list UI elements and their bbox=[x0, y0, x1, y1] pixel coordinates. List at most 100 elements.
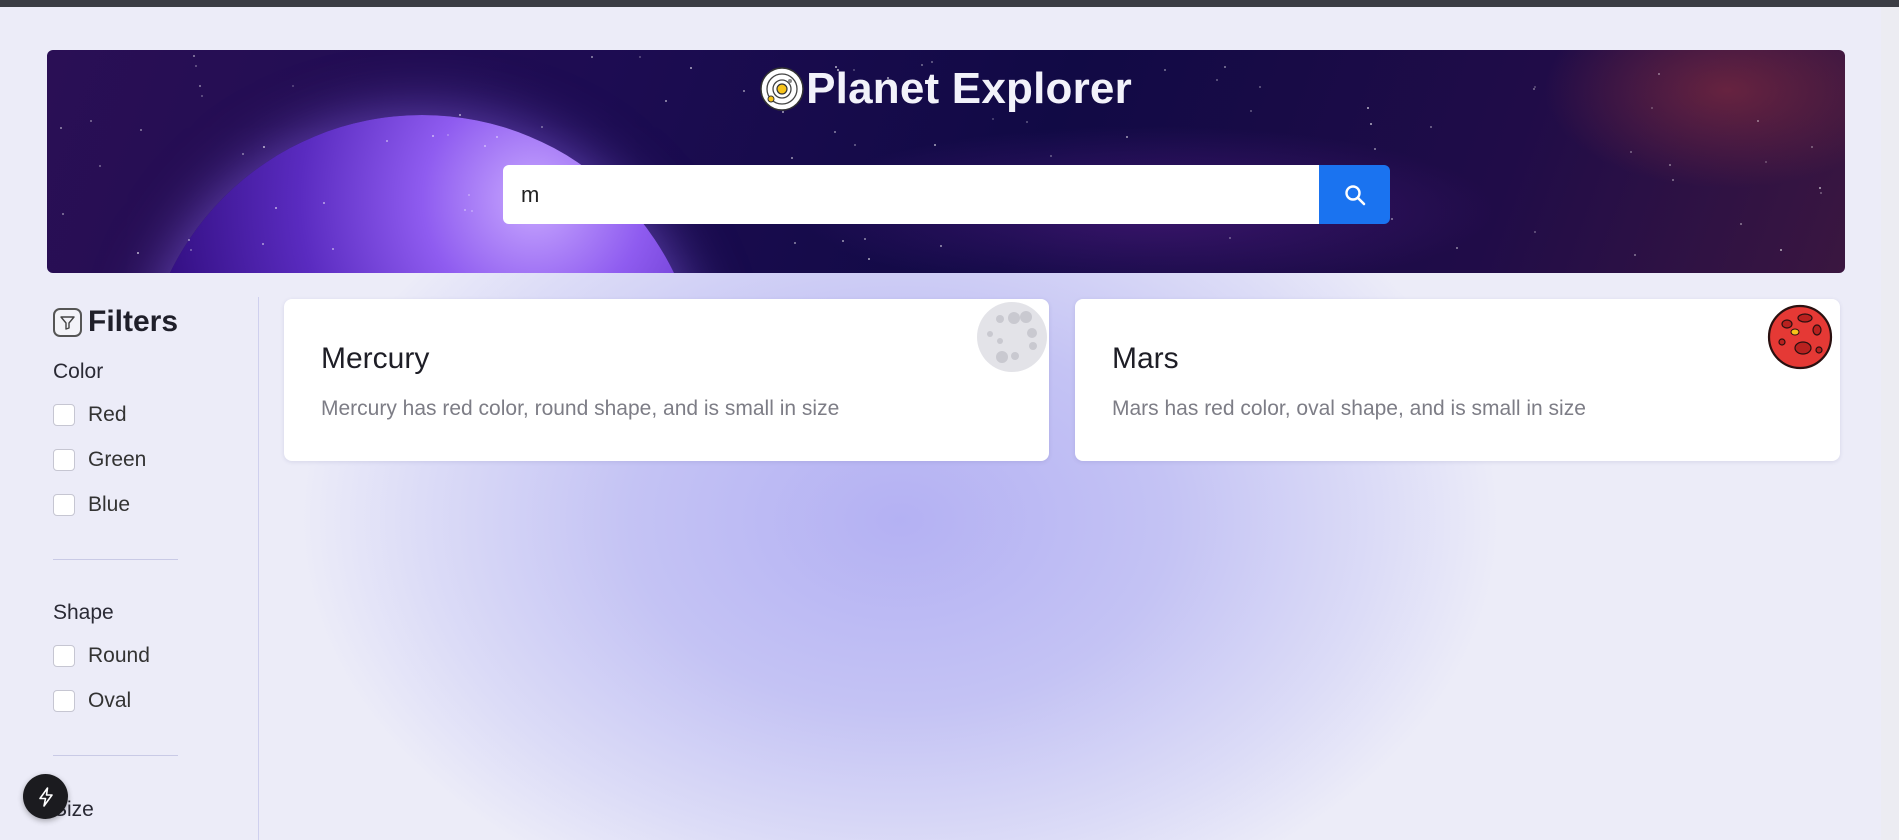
mars-planet-icon bbox=[1767, 304, 1833, 370]
hero-banner: Planet Explorer bbox=[47, 50, 1845, 273]
filter-option-label: Green bbox=[88, 448, 147, 471]
hero-star bbox=[263, 146, 265, 148]
hero-star bbox=[468, 194, 470, 196]
hero-star bbox=[992, 118, 994, 120]
hero-star bbox=[1765, 161, 1767, 163]
page-scrollbar[interactable] bbox=[1881, 7, 1899, 840]
hero-star bbox=[1229, 237, 1231, 239]
hero-star bbox=[447, 134, 449, 136]
filters-sidebar: Filters Color Red Green Blue Shape Round… bbox=[0, 297, 259, 840]
filter-option-blue[interactable]: Blue bbox=[53, 493, 130, 517]
checkbox-red[interactable] bbox=[53, 404, 75, 426]
planet-card-mars[interactable]: Mars Mars has red color, oval shape, and… bbox=[1075, 299, 1840, 461]
hero-star bbox=[137, 252, 139, 254]
hero-star bbox=[1819, 187, 1821, 189]
hero-star bbox=[1811, 146, 1813, 148]
hero-star bbox=[1740, 223, 1742, 225]
hero-star bbox=[1026, 121, 1028, 123]
hero-star bbox=[591, 56, 593, 58]
hero-star bbox=[60, 127, 62, 129]
mercury-planet-icon bbox=[977, 302, 1047, 372]
hero-star bbox=[834, 131, 836, 133]
hero-star bbox=[1820, 192, 1822, 194]
planet-card-description: Mercury has red color, round shape, and … bbox=[321, 397, 840, 420]
hero-star bbox=[1672, 179, 1674, 181]
search-icon bbox=[1344, 184, 1365, 205]
hero-star bbox=[193, 55, 195, 57]
hero-star bbox=[332, 248, 334, 250]
hero-star bbox=[940, 245, 942, 247]
checkbox-round[interactable] bbox=[53, 645, 75, 667]
lightning-icon bbox=[38, 786, 53, 807]
hero-star bbox=[1050, 155, 1052, 157]
hero-star bbox=[794, 242, 796, 244]
filter-option-oval[interactable]: Oval bbox=[53, 689, 131, 713]
planet-card-title: Mercury bbox=[321, 342, 430, 375]
hero-star bbox=[1780, 249, 1782, 251]
hero-star bbox=[864, 238, 866, 240]
hero-star bbox=[99, 165, 101, 167]
filter-option-red[interactable]: Red bbox=[53, 403, 127, 427]
filter-option-green[interactable]: Green bbox=[53, 448, 146, 472]
hero-star bbox=[432, 135, 434, 137]
planet-card-title: Mars bbox=[1112, 342, 1179, 375]
search-bar bbox=[503, 165, 1390, 224]
hero-star bbox=[931, 61, 933, 63]
checkbox-oval[interactable] bbox=[53, 690, 75, 712]
hero-star bbox=[1534, 231, 1536, 233]
hero-star bbox=[868, 258, 870, 260]
hero-star bbox=[791, 157, 793, 159]
hero-star bbox=[1456, 247, 1458, 249]
browser-top-bar bbox=[0, 0, 1899, 7]
planet-card-description: Mars has red color, oval shape, and is s… bbox=[1112, 397, 1586, 420]
quick-action-button[interactable] bbox=[23, 774, 68, 819]
filter-option-label: Blue bbox=[88, 493, 131, 516]
filters-heading-label: Filters bbox=[88, 305, 179, 338]
hero-star bbox=[854, 144, 856, 146]
hero-star bbox=[262, 243, 264, 245]
hero-star bbox=[1126, 136, 1128, 138]
hero-star bbox=[1430, 126, 1432, 128]
hero-star bbox=[1391, 218, 1393, 220]
filter-option-label: Oval bbox=[88, 689, 132, 712]
hero-star bbox=[188, 239, 190, 241]
checkbox-blue[interactable] bbox=[53, 494, 75, 516]
filter-option-label: Red bbox=[88, 403, 127, 426]
hero-star bbox=[1757, 120, 1759, 122]
hero-star bbox=[459, 114, 461, 116]
hero-star bbox=[275, 207, 277, 209]
planet-card-mercury[interactable]: Mercury Mercury has red color, round sha… bbox=[284, 299, 1049, 461]
hero-star bbox=[386, 140, 388, 142]
filter-group-shape-label: Shape bbox=[53, 601, 114, 624]
hero-star bbox=[140, 129, 142, 131]
hero-star bbox=[1630, 151, 1632, 153]
hero-star bbox=[90, 120, 92, 122]
filter-option-round[interactable]: Round bbox=[53, 644, 150, 668]
solar-system-icon bbox=[760, 67, 804, 111]
hero-star bbox=[242, 153, 244, 155]
filter-option-label: Round bbox=[88, 644, 150, 667]
filter-divider bbox=[53, 559, 178, 560]
hero-star bbox=[1374, 148, 1376, 150]
filter-group-color-label: Color bbox=[53, 360, 104, 383]
hero-star bbox=[62, 213, 64, 215]
search-button[interactable] bbox=[1319, 165, 1390, 224]
hero-star bbox=[1669, 164, 1671, 166]
hero-star bbox=[471, 210, 473, 212]
checkbox-green[interactable] bbox=[53, 449, 75, 471]
hero-star bbox=[1370, 123, 1372, 125]
hero-star bbox=[190, 249, 192, 251]
filters-heading: Filters bbox=[53, 305, 178, 339]
hero-star bbox=[934, 144, 936, 146]
hero-star bbox=[541, 126, 543, 128]
hero-star bbox=[842, 240, 844, 242]
search-input[interactable] bbox=[503, 165, 1319, 224]
page-title: Planet Explorer bbox=[806, 64, 1132, 113]
filter-icon bbox=[53, 307, 82, 337]
hero-star bbox=[1634, 254, 1636, 256]
filter-divider bbox=[53, 755, 178, 756]
page-title-row: Planet Explorer bbox=[47, 64, 1845, 114]
hero-star bbox=[323, 202, 325, 204]
hero-star bbox=[496, 136, 498, 138]
hero-star bbox=[639, 56, 641, 58]
